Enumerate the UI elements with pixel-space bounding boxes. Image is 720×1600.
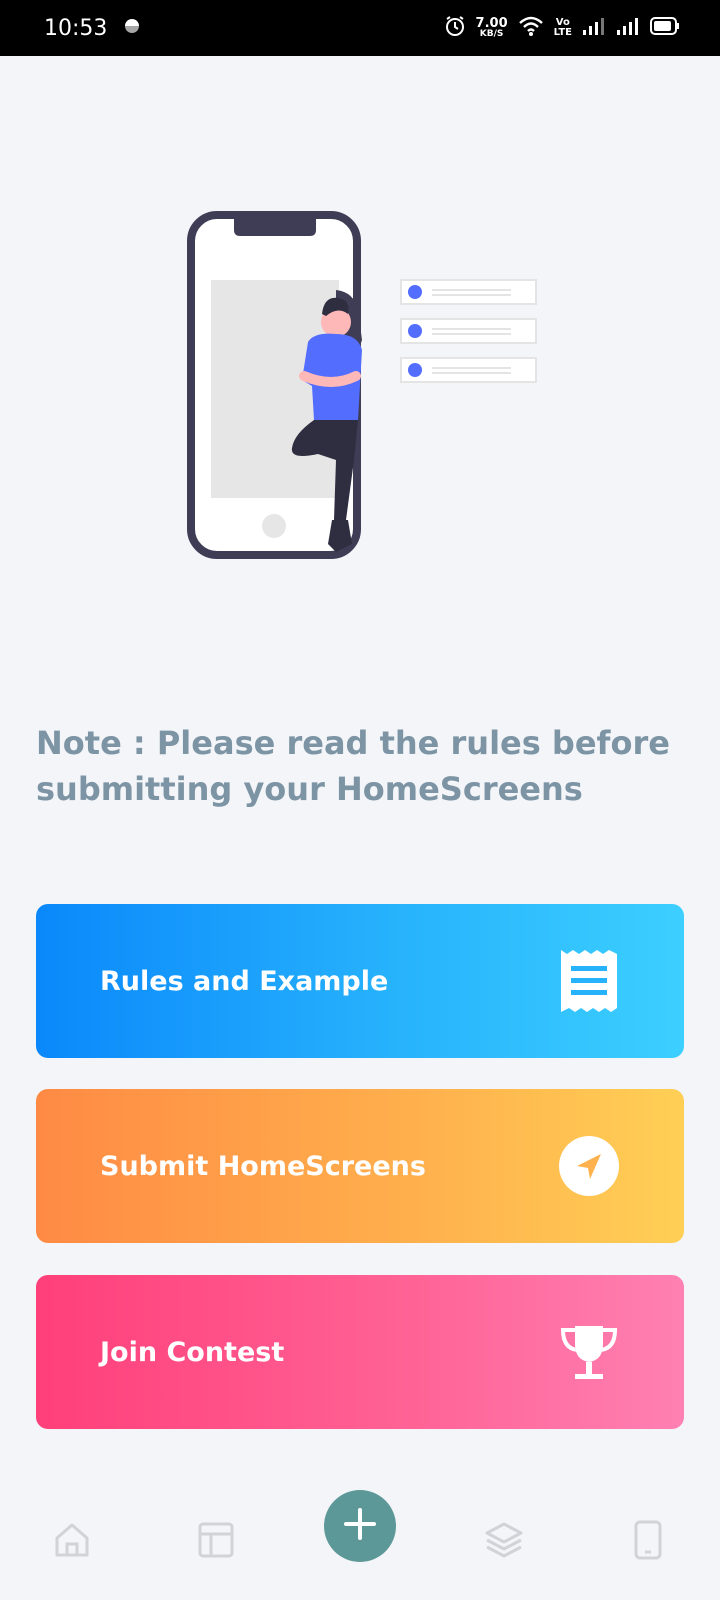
signal-icon-2 xyxy=(616,16,640,40)
signal-icon-1 xyxy=(582,16,606,40)
bottom-navigation xyxy=(0,1490,720,1600)
receipt-icon xyxy=(558,950,620,1012)
battery-icon xyxy=(650,16,680,40)
wifi-icon xyxy=(518,15,544,41)
phone-person-illustration xyxy=(186,210,546,570)
trophy-icon xyxy=(558,1321,620,1383)
add-icon xyxy=(342,1506,378,1546)
status-time: 10:53 xyxy=(44,15,108,41)
submit-homescreens-label: Submit HomeScreens xyxy=(100,1150,426,1182)
status-bar: 10:53 7.00 KB/S Vo LTE xyxy=(0,0,720,56)
volte-indicator: Vo LTE xyxy=(554,18,572,38)
layers-icon[interactable] xyxy=(482,1518,526,1562)
volte-bottom: LTE xyxy=(553,27,572,38)
moon-icon xyxy=(123,16,142,41)
phone-icon[interactable] xyxy=(626,1518,670,1562)
home-icon[interactable] xyxy=(50,1518,94,1562)
alarm-icon xyxy=(444,15,466,41)
rules-note: Note : Please read the rules before subm… xyxy=(36,724,670,808)
network-speed: 7.00 KB/S xyxy=(476,17,508,39)
rules-and-example-label: Rules and Example xyxy=(100,965,389,997)
add-button[interactable] xyxy=(324,1490,396,1562)
speed-unit: KB/S xyxy=(479,29,504,39)
join-contest-button[interactable]: Join Contest xyxy=(36,1275,684,1429)
join-contest-label: Join Contest xyxy=(100,1336,285,1368)
navigation-arrow-icon xyxy=(558,1135,620,1197)
rules-and-example-button[interactable]: Rules and Example xyxy=(36,904,684,1058)
submit-homescreens-button[interactable]: Submit HomeScreens xyxy=(36,1089,684,1243)
layout-icon[interactable] xyxy=(194,1518,238,1562)
